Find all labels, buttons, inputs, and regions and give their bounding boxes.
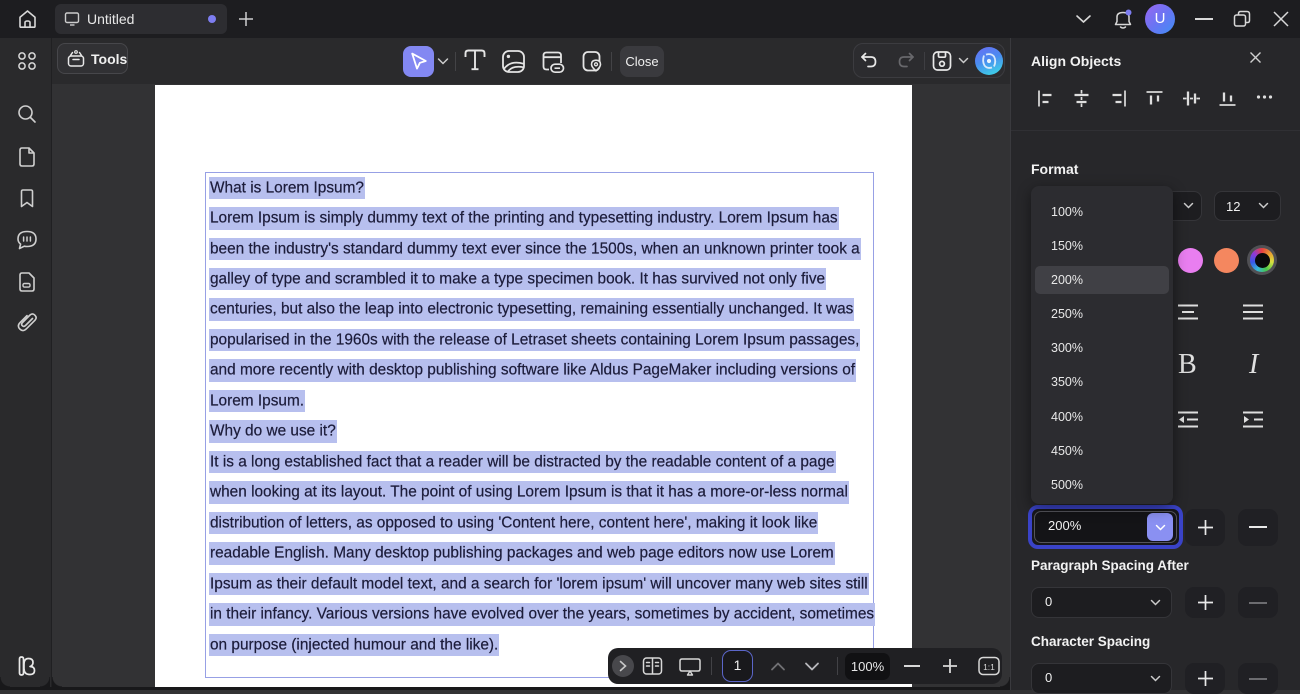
svg-text:1:1: 1:1 xyxy=(983,662,995,672)
